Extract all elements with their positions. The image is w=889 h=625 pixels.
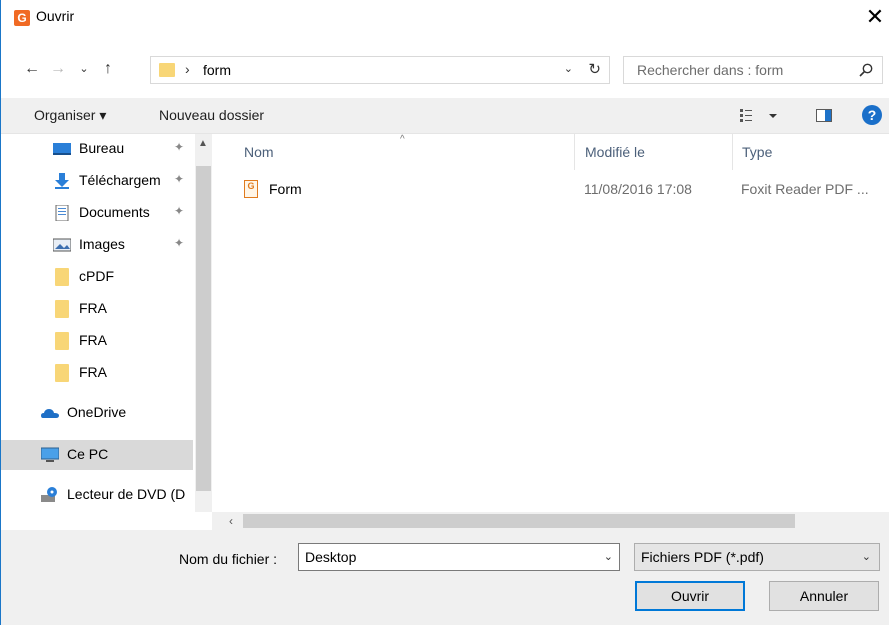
- command-toolbar: Organiser ▾ Nouveau dossier ?: [1, 98, 889, 134]
- close-button[interactable]: ✕: [860, 2, 889, 32]
- scroll-left-icon[interactable]: ‹: [229, 514, 233, 528]
- dialog-title: Ouvrir: [36, 8, 75, 24]
- desktop-icon: [53, 143, 71, 155]
- preview-pane-icon[interactable]: [816, 109, 832, 122]
- filetype-select[interactable]: Fichiers PDF (*.pdf) ⌄: [634, 543, 880, 571]
- dialog-footer: Nom du fichier : Desktop ⌄ Fichiers PDF …: [1, 530, 889, 625]
- filename-input[interactable]: Desktop ⌄: [298, 543, 620, 571]
- search-input[interactable]: Rechercher dans : form: [623, 56, 883, 84]
- sidebar-item-dvd-drive[interactable]: Lecteur de DVD (D: [1, 480, 193, 510]
- navigation-bar: ← → ⌄ ↑ › form ⌄ ↻ Rechercher dans : for…: [1, 52, 889, 88]
- sidebar-item-onedrive[interactable]: OneDrive: [1, 398, 193, 428]
- pin-icon[interactable]: ✦: [174, 236, 184, 250]
- sidebar-item-label: Images: [79, 236, 125, 252]
- column-header-name[interactable]: Nom ^: [212, 134, 574, 170]
- breadcrumb-form[interactable]: form: [203, 62, 231, 78]
- column-type-label: Type: [742, 144, 773, 160]
- forward-button[interactable]: →: [47, 58, 69, 80]
- sidebar-item-label: Lecteur de DVD (D: [67, 486, 186, 502]
- sidebar-item-label: Ce PC: [67, 446, 109, 462]
- filename-label: Nom du fichier :: [179, 551, 278, 567]
- sidebar-item-label: cPDF: [79, 268, 114, 284]
- sidebar-item-label: Téléchargem: [79, 172, 161, 188]
- address-bar[interactable]: › form ⌄ ↻: [150, 56, 610, 84]
- horizontal-scroll-row: ‹: [1, 512, 889, 530]
- recent-locations-button[interactable]: ⌄: [73, 58, 95, 80]
- filetype-value: Fichiers PDF (*.pdf): [641, 549, 764, 565]
- breadcrumb-chevron-icon: ›: [185, 61, 190, 77]
- search-placeholder: Rechercher dans : form: [637, 62, 784, 78]
- documents-icon: [55, 205, 69, 221]
- sidebar-item-images[interactable]: Images ✦: [1, 230, 193, 260]
- new-folder-button[interactable]: Nouveau dossier: [159, 107, 264, 123]
- title-bar: G Ouvrir ✕: [1, 0, 889, 34]
- filename-value: Desktop: [305, 549, 357, 565]
- sidebar-item-fra-1[interactable]: FRA: [1, 294, 193, 324]
- cancel-button[interactable]: Annuler: [769, 581, 879, 611]
- sidebar-item-label: OneDrive: [67, 404, 127, 420]
- pin-icon[interactable]: ✦: [174, 172, 184, 186]
- open-file-dialog: G Ouvrir ✕ ← → ⌄ ↑ › form ⌄ ↻ Rechercher…: [0, 0, 889, 625]
- sidebar-item-documents[interactable]: Documents ✦: [1, 198, 193, 228]
- scroll-up-icon[interactable]: ▲: [198, 138, 208, 149]
- sidebar-item-fra-2[interactable]: FRA: [1, 326, 193, 356]
- file-list-horizontal-scrollbar[interactable]: ‹: [212, 512, 889, 530]
- images-icon: [53, 238, 71, 252]
- column-modified-label: Modifié le: [585, 144, 645, 160]
- help-icon[interactable]: ?: [862, 105, 882, 125]
- pin-icon[interactable]: ✦: [174, 140, 184, 154]
- sidebar-item-bureau[interactable]: Bureau ✦: [1, 134, 193, 164]
- back-button[interactable]: ←: [21, 58, 43, 80]
- open-button[interactable]: Ouvrir: [635, 581, 745, 611]
- pdf-file-icon: G: [244, 180, 258, 198]
- address-dropdown-icon[interactable]: ⌄: [564, 62, 573, 75]
- folder-icon: [55, 268, 69, 286]
- file-row-form[interactable]: G Form 11/08/2016 17:08 Foxit Reader PDF…: [232, 178, 889, 202]
- search-icon[interactable]: [858, 62, 874, 78]
- dvd-drive-icon: [41, 487, 57, 502]
- sidebar-item-telechargements[interactable]: Téléchargem ✦: [1, 166, 193, 196]
- sidebar-item-fra-3[interactable]: FRA: [1, 358, 193, 388]
- sidebar-item-label: FRA: [79, 300, 107, 316]
- foxit-app-icon: G: [14, 10, 30, 26]
- scrollbar-thumb[interactable]: [243, 514, 795, 528]
- sidebar-item-ce-pc[interactable]: Ce PC: [1, 440, 193, 470]
- column-header-modified[interactable]: Modifié le: [575, 134, 732, 170]
- folder-icon: [55, 364, 69, 382]
- navigation-pane: Bureau ✦ Téléchargem ✦ Documents ✦ Image…: [1, 134, 212, 530]
- sidebar-item-label: FRA: [79, 332, 107, 348]
- folder-icon: [55, 332, 69, 350]
- computer-icon: [41, 447, 59, 462]
- up-button[interactable]: ↑: [97, 58, 119, 80]
- column-name-label: Nom: [244, 144, 274, 160]
- navigation-pane-scrollbar[interactable]: ▲ ▼: [195, 134, 212, 530]
- chevron-down-icon[interactable]: ⌄: [604, 550, 613, 563]
- sidebar-item-label: FRA: [79, 364, 107, 380]
- download-icon: [55, 173, 69, 189]
- folder-icon: [159, 63, 175, 77]
- sort-ascending-icon: ^: [400, 134, 405, 145]
- organise-menu-button[interactable]: Organiser ▾: [34, 107, 106, 124]
- sidebar-item-label: Bureau: [79, 140, 125, 156]
- column-header-type[interactable]: Type: [733, 134, 889, 170]
- chevron-down-icon: ⌄: [861, 551, 871, 563]
- file-type: Foxit Reader PDF ...: [741, 181, 869, 197]
- folder-icon: [55, 300, 69, 318]
- file-modified: 11/08/2016 17:08: [584, 181, 692, 197]
- onedrive-icon: [41, 409, 59, 418]
- sidebar-item-label: Documents: [79, 204, 150, 220]
- scrollbar-thumb[interactable]: [196, 166, 211, 491]
- file-name: Form: [269, 181, 302, 197]
- view-options-icon[interactable]: [739, 107, 779, 125]
- sidebar-item-cpdf[interactable]: cPDF: [1, 262, 193, 292]
- refresh-icon[interactable]: ↻: [588, 60, 601, 78]
- file-list: Nom ^ Modifié le Type G Form 11/08/2016 …: [212, 134, 889, 512]
- pin-icon[interactable]: ✦: [174, 204, 184, 218]
